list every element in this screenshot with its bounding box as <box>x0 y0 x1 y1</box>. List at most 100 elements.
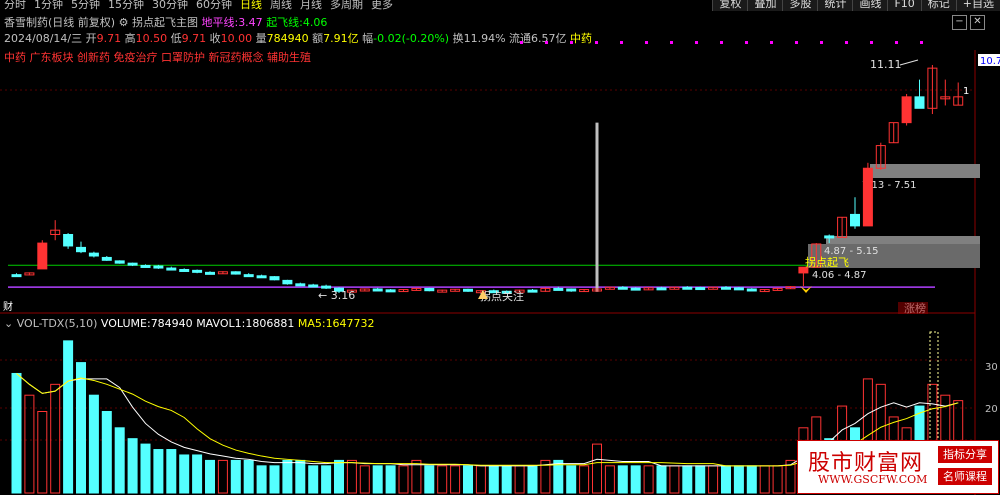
candle-body-56 <box>733 287 744 291</box>
signal-dot-3 <box>595 41 598 44</box>
volume-bar-57 <box>746 465 757 494</box>
vol-value: 784940 <box>150 317 193 330</box>
mavol1-value: 1806881 <box>245 317 295 330</box>
mavol1-label: MAVOL1: <box>196 317 246 330</box>
volume-indicator-name[interactable]: VOL-TDX(5,10) <box>17 317 98 330</box>
candle-body-52 <box>682 286 693 290</box>
watermark-url: WWW.GSCFW.COM <box>818 473 928 486</box>
candle-body-28 <box>372 288 383 292</box>
candle-body-13 <box>179 268 190 272</box>
volume-bar-16 <box>217 459 228 494</box>
volume-bar-12 <box>166 449 177 494</box>
high-mark-arrow <box>899 59 919 66</box>
volume-bar-46 <box>604 465 615 494</box>
ma5-value: 1647732 <box>325 317 375 330</box>
volume-bar-10 <box>140 443 151 494</box>
volume-bar-5 <box>76 362 86 494</box>
candle-body-57 <box>746 288 757 292</box>
volume-bar-0 <box>11 372 22 494</box>
volume-bar-1 <box>24 394 35 494</box>
volume-bar-34 <box>450 465 461 494</box>
volume-bar-2 <box>37 411 48 494</box>
volume-bar-24 <box>321 465 332 494</box>
volume-bar-43 <box>566 465 577 494</box>
zoom-out-icon[interactable]: − <box>952 15 967 30</box>
candle-body-40 <box>527 289 538 293</box>
volume-bar-54 <box>708 465 719 494</box>
volume-bar-37 <box>488 465 499 494</box>
candle-body-15 <box>205 271 215 275</box>
zone-bar-0 <box>870 164 980 178</box>
volume-bar-13 <box>179 454 190 494</box>
candle-body-50 <box>656 287 667 291</box>
signal-dot-10 <box>770 41 773 44</box>
volume-bar-40 <box>527 465 538 494</box>
signal-dot-8 <box>720 41 723 44</box>
volume-bar-18 <box>243 459 254 494</box>
volume-bar-19 <box>256 465 267 494</box>
signal-dot-2 <box>570 41 573 44</box>
volume-bar-6 <box>88 394 99 494</box>
volume-bar-23 <box>308 465 319 494</box>
zone-label-2: 4.06 - 4.87 <box>812 270 867 281</box>
signal-dot-0 <box>520 41 523 44</box>
candle-body-7 <box>101 256 112 261</box>
volume-bar-48 <box>630 465 641 494</box>
candle-body-29 <box>385 289 396 293</box>
volume-bar-35 <box>463 465 473 494</box>
candle-body-2 <box>37 242 48 270</box>
volume-bar-59 <box>772 465 783 494</box>
signal-dot-6 <box>670 41 673 44</box>
price-chart[interactable]: 7.13 - 7.514.87 - 5.154.06 - 4.8711.11← … <box>0 0 1000 495</box>
volume-bar-58 <box>759 465 770 494</box>
candle-body-6 <box>88 252 99 257</box>
candle-body-66 <box>862 167 873 227</box>
volume-bar-32 <box>424 465 435 494</box>
candle-body-63 <box>824 235 835 239</box>
candle-body-10 <box>140 264 151 268</box>
signal-dot-5 <box>645 41 648 44</box>
axis-label: 1 <box>963 86 969 97</box>
watermark-tag-course: 名师课程 <box>938 468 992 485</box>
collapse-icon[interactable]: ⌄ <box>4 317 13 330</box>
candle-body-14 <box>192 269 203 273</box>
volume-bar-55 <box>721 465 731 494</box>
volume-bar-25 <box>334 459 344 494</box>
volume-header: ⌄ VOL-TDX(5,10) VOLUME:784940 MAVOL1:180… <box>4 317 375 330</box>
candle-body-22 <box>295 283 306 287</box>
volume-axis-label-1: 20 <box>985 404 998 415</box>
candle-body-19 <box>256 275 267 279</box>
candle-body-11 <box>153 265 164 269</box>
candle-body-9 <box>127 262 138 266</box>
candle-body-0 <box>11 274 22 278</box>
candle-body-48 <box>630 287 641 291</box>
watermark-tag-share: 指标分享 <box>938 446 992 463</box>
zhangbang-bg <box>898 302 928 314</box>
volume-bar-8 <box>114 427 125 494</box>
volume-axis-label-0: 30 <box>985 362 998 373</box>
signal-dot-12 <box>820 41 823 44</box>
zone-bar-1 <box>826 236 980 244</box>
volume-bar-20 <box>269 465 280 494</box>
volume-bar-45 <box>592 443 602 494</box>
candle-body-69 <box>901 96 912 124</box>
takeoff-signal: 拐点起飞 <box>805 255 849 269</box>
ma5-label: MA5: <box>297 317 326 330</box>
candle-body-12 <box>166 267 177 271</box>
volume-bar-11 <box>153 449 164 494</box>
high-mark: 11.11 <box>870 58 902 71</box>
volume-bar-15 <box>205 459 215 494</box>
volume-bar-44 <box>579 465 590 494</box>
candle-body-17 <box>230 271 241 275</box>
volume-bar-52 <box>682 465 693 494</box>
candle-body-18 <box>243 274 254 278</box>
volume-bar-17 <box>230 459 241 494</box>
signal-dot-9 <box>745 41 748 44</box>
candle-body-4 <box>63 233 74 247</box>
volume-bar-27 <box>359 465 370 494</box>
close-icon[interactable]: ✕ <box>970 15 985 30</box>
volume-bar-50 <box>656 465 667 494</box>
attention-signal: 拐点关注 <box>480 289 524 303</box>
candle-body-42 <box>553 287 564 291</box>
signal-dot-15 <box>895 41 898 44</box>
